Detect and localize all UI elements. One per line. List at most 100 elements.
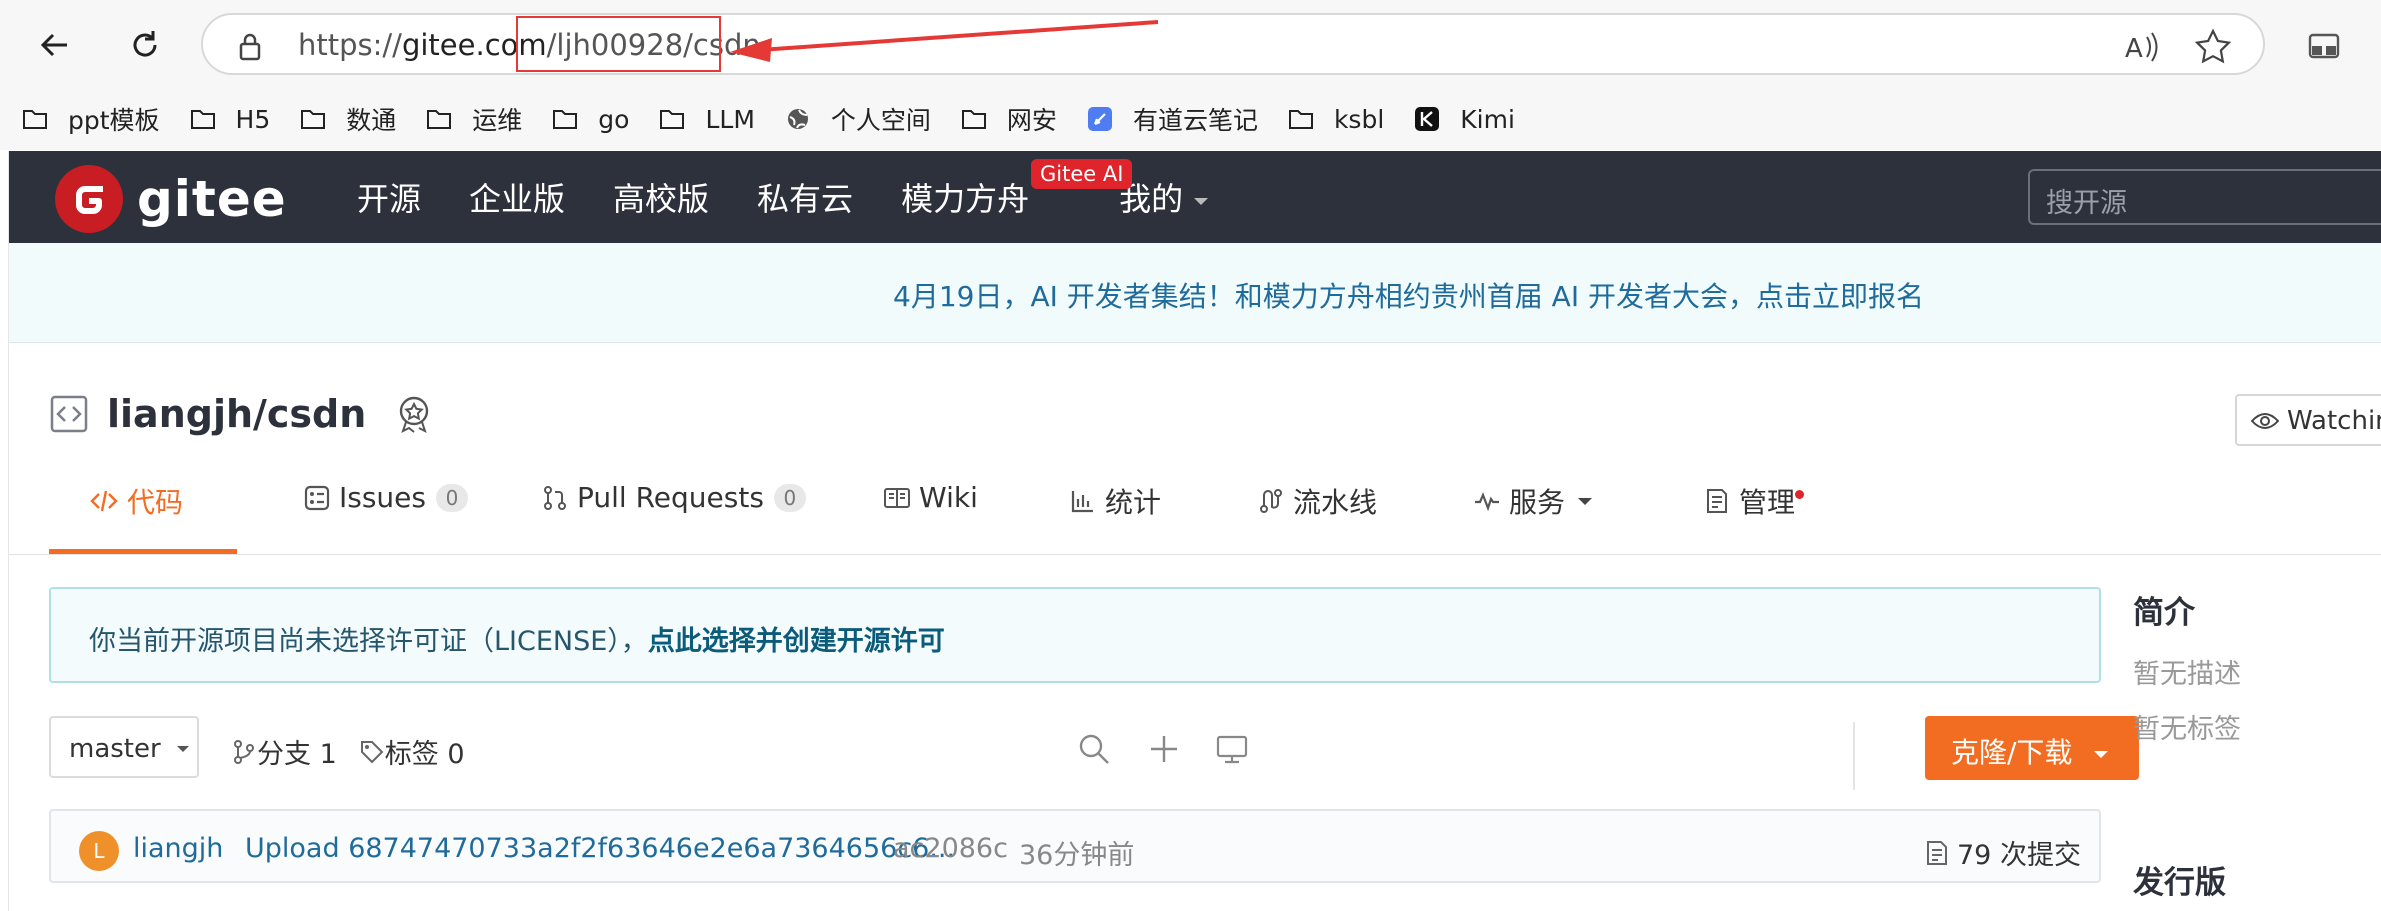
bookmark-label: 个人空间 [830,106,931,135]
sidebar-toggle-icon[interactable] [2302,24,2346,68]
commit-hash[interactable]: ac2086c [893,833,1008,864]
repo-tabs: 代码 Issues 0 Pull Requests 0 Wiki 统计 流水线 服务 [49,481,1843,539]
search-icon[interactable] [1077,732,1111,766]
gitee-page: gitee 开源 企业版 高校版 私有云 模力方舟 我的 Gitee AI 搜开… [8,151,2381,911]
lock-icon [239,33,261,61]
bookmark-item[interactable]: 网安 [961,99,1057,139]
gitee-logo[interactable]: gitee [55,165,287,233]
search-input[interactable]: 搜开源 [2028,169,2381,225]
url-highlight-box [516,16,721,72]
nav-item-enterprise[interactable]: 企业版 [469,174,565,220]
bookmark-label: ppt模板 [68,106,160,135]
announcement-banner[interactable]: 4月19日，AI 开发者集结！和模力方舟相约贵州首届 AI 开发者大会，点击立即… [9,243,2381,343]
bookmark-item[interactable]: 有道云笔记 [1087,99,1258,139]
star-icon[interactable] [2193,27,2233,67]
tab-code-label: 代码 [127,486,184,519]
pulse-icon [1475,492,1499,512]
add-file-icon[interactable] [1147,732,1181,766]
bookmark-item[interactable]: H5 [190,99,271,139]
create-license-link[interactable]: 点此选择并创建开源许可 [648,626,945,657]
recommend-badge-icon [400,396,429,433]
commit-time: 36分钟前 [1019,840,1135,871]
toolbar-divider [1853,722,1855,790]
tags-link[interactable]: 标签 0 [385,732,465,771]
bookmark-label: Kimi [1460,104,1515,134]
branch-toolbar: master 分支 1 标签 0 克隆/下载 [49,716,2139,790]
commit-count[interactable]: 79 次提交 [1925,833,2081,872]
commit-count-label: 79 次提交 [1957,840,2081,871]
caret-down-icon [176,746,189,752]
bookmark-item[interactable]: Kimi [1414,99,1515,139]
bookmark-item[interactable]: go [552,99,629,139]
tab-code[interactable]: 代码 [89,481,279,521]
web-ide-icon[interactable] [1215,732,1249,766]
tab-pull-requests[interactable]: Pull Requests 0 [541,481,883,514]
pipeline-icon [1260,489,1282,513]
no-tags-text: 暂无标签 [2133,714,2241,745]
bookmark-item[interactable]: ksbl [1288,99,1384,139]
nav-item-mine[interactable]: 我的 [1119,174,1211,220]
caret-down-icon [2094,751,2109,758]
folder-icon [22,107,58,131]
bookmark-label: 运维 [472,106,523,135]
banner-text[interactable]: 4月19日，AI 开发者集结！和模力方舟相约贵州首届 AI 开发者大会，点击立即… [893,275,1924,315]
wiki-book-icon [884,487,910,508]
tab-manage[interactable]: 管理 [1703,481,1843,521]
license-notice-text: 你当前开源项目尚未选择许可证（LICENSE），点此选择并创建开源许可 [89,619,945,658]
read-aloud-icon[interactable]: A [2121,27,2161,67]
tab-pipeline-label: 流水线 [1293,486,1378,519]
gitee-logo-text: gitee [137,170,287,228]
tabs-divider [9,554,2381,555]
notification-dot [1795,490,1804,499]
branch-icon [234,739,254,764]
clone-download-label: 克隆/下载 [1951,736,2073,769]
bookmark-label: H5 [235,104,271,134]
nav-item-moli-fangzhou[interactable]: 模力方舟 [901,174,1029,220]
nav-item-education[interactable]: 高校版 [613,174,709,220]
branch-tag-info: 分支 1 标签 0 [231,732,473,771]
caret-down-icon [1194,198,1209,205]
bookmark-label: 网安 [1006,106,1057,135]
tab-pipeline[interactable]: 流水线 [1257,481,1473,521]
kimi-icon [1414,106,1450,132]
tab-wiki[interactable]: Wiki [883,481,1069,514]
nav-item-open-source[interactable]: 开源 [357,174,421,220]
back-arrow-icon[interactable] [34,24,76,66]
issues-count-badge: 0 [436,483,468,512]
folder-icon [659,107,695,131]
intro-title: 简介 [2133,595,2195,631]
tab-issues[interactable]: Issues 0 [303,481,541,514]
folder-icon [426,107,462,131]
pr-count-badge: 0 [773,483,806,512]
commit-author[interactable]: liangjh [133,833,223,864]
eye-icon [2251,413,2279,429]
tab-stats[interactable]: 统计 [1069,481,1257,521]
folder-icon [961,107,997,131]
commit-message[interactable]: Upload 68747470733a2f2f63646e2e6a7364656… [245,833,955,864]
branch-select[interactable]: master [49,716,199,778]
repo-title[interactable]: liangjh/csdn [107,392,366,436]
clone-download-button[interactable]: 克隆/下载 [1925,716,2139,780]
bookmark-item[interactable]: 个人空间 [785,99,931,139]
tab-services[interactable]: 服务 [1473,481,1703,521]
gitee-ai-badge: Gitee AI [1031,159,1133,189]
branches-link[interactable]: 分支 1 [257,732,337,771]
tab-issues-label: Issues [339,481,426,514]
tab-stats-label: 统计 [1105,486,1162,519]
bookmark-item[interactable]: 运维 [426,99,522,139]
bookmark-item[interactable]: 数通 [300,99,396,139]
watch-button[interactable]: Watching [2235,394,2381,446]
bookmark-item[interactable]: ppt模板 [22,99,160,139]
address-bar[interactable]: https://gitee.com/ljh00928/csdn A [201,13,2265,75]
bookmark-label: go [598,104,630,134]
avatar[interactable]: L [79,831,119,871]
folder-icon [1288,107,1324,131]
refresh-icon[interactable] [124,24,166,66]
no-description-text: 暂无描述 [2133,659,2241,690]
issues-icon [304,485,330,510]
tab-wiki-label: Wiki [919,481,978,514]
nav-item-private-cloud[interactable]: 私有云 [757,174,853,220]
bookmark-label: 数通 [346,106,397,135]
bookmark-item[interactable]: LLM [659,99,755,139]
folder-icon [552,107,588,131]
